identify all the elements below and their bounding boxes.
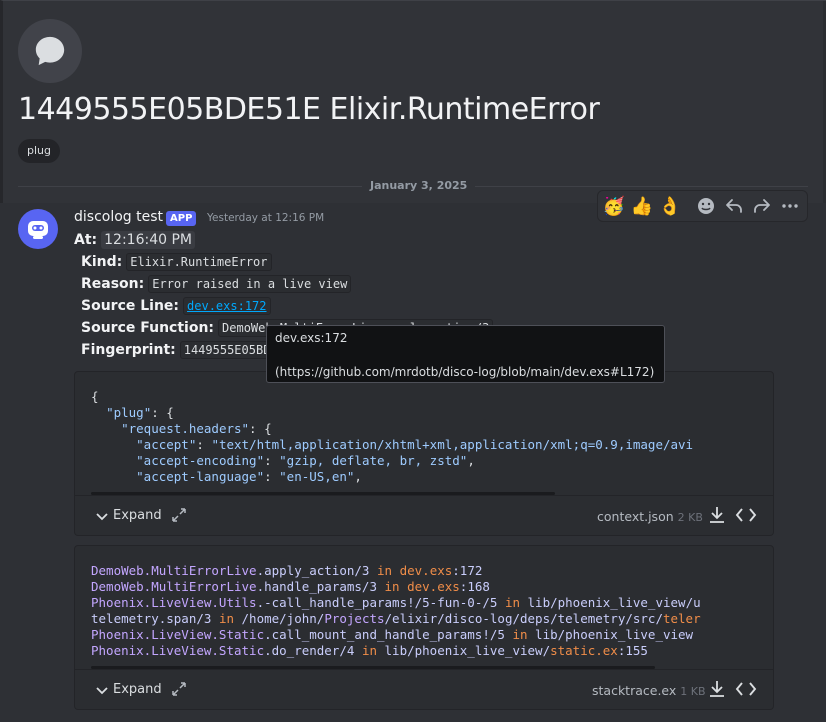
field-fingerprint-label: Fingerprint: xyxy=(81,342,176,358)
context-json-attachment: { "plug": { "request.headers": { "accept… xyxy=(74,371,774,536)
thread-icon xyxy=(18,19,82,83)
view-source-button[interactable] xyxy=(735,679,757,699)
ok-hand-emoji-button[interactable]: 👌 xyxy=(658,194,682,218)
download-icon xyxy=(710,681,724,697)
message-actions-toolbar: 🥳 👍 👌 xyxy=(597,190,808,222)
reply-button[interactable] xyxy=(722,194,746,218)
code-line: DemoWeb.MultiErrorLive.apply_action/3 in… xyxy=(91,563,483,578)
thread-title: 1449555E05BDE51E Elixir.RuntimeError xyxy=(18,92,600,127)
field-kind-label: Kind: xyxy=(81,254,123,270)
forward-icon xyxy=(754,199,770,213)
code-line: Phoenix.LiveView.Static.call_mount_and_h… xyxy=(91,627,694,642)
code-line: Phoenix.LiveView.Utils.-call_handle_para… xyxy=(91,595,701,610)
code-line: "accept": "text/html,application/xhtml+x… xyxy=(136,437,694,452)
view-source-button[interactable] xyxy=(735,505,757,525)
avatar[interactable] xyxy=(18,209,58,249)
code-line: "request.headers": { xyxy=(121,421,272,436)
message-timestamp[interactable]: Yesterday at 12:16 PM xyxy=(207,212,324,224)
download-button[interactable] xyxy=(707,679,727,699)
bot-avatar-icon xyxy=(28,221,48,239)
code-line: { xyxy=(91,389,99,404)
stacktrace-attachment: DemoWeb.MultiErrorLive.apply_action/3 in… xyxy=(74,545,774,710)
source-line-link[interactable]: dev.exs:172 xyxy=(183,297,271,315)
more-icon xyxy=(782,204,798,208)
download-icon xyxy=(710,507,724,523)
discord-thread-view: 1449555E05BDE51E Elixir.RuntimeError plu… xyxy=(0,0,826,722)
expand-arrows-icon xyxy=(172,682,186,696)
message-author[interactable]: discolog test xyxy=(74,209,163,225)
code-brackets-icon xyxy=(735,508,757,522)
code-line: "accept-language": "en-US,en", xyxy=(136,469,362,484)
field-reason-label: Reason: xyxy=(81,276,145,292)
filename-text: context.json xyxy=(597,509,674,524)
add-reaction-icon xyxy=(698,198,714,214)
fullscreen-button[interactable] xyxy=(171,681,187,701)
field-kind: Kind: Elixir.RuntimeError xyxy=(81,253,272,271)
expand-label: Expand xyxy=(113,508,162,523)
field-source-line: Source Line: dev.exs:172 xyxy=(81,297,271,315)
tooltip-line2: (https://github.com/mrdotb/disco-log/blo… xyxy=(275,365,655,379)
expand-label: Expand xyxy=(113,682,162,697)
fullscreen-button[interactable] xyxy=(171,507,187,527)
attachment-footer: Expand context.json 2 KB xyxy=(75,495,773,535)
field-source-line-label: Source Line: xyxy=(81,298,180,314)
code-line: "plug": { xyxy=(106,405,174,420)
more-button[interactable] xyxy=(778,194,802,218)
code-line: telemetry.span/3 in /home/john/Projects/… xyxy=(91,611,701,626)
chevron-down-icon xyxy=(96,512,108,520)
attachment-filename[interactable]: context.json 2 KB xyxy=(597,509,703,524)
field-source-function-label: Source Function: xyxy=(81,320,215,336)
code-line: DemoWeb.MultiErrorLive.handle_params/3 i… xyxy=(91,579,490,594)
context-json-code[interactable]: { "plug": { "request.headers": { "accept… xyxy=(91,389,773,485)
thread-tag[interactable]: plug xyxy=(18,139,60,163)
party-face-emoji-button[interactable]: 🥳 xyxy=(602,194,626,218)
expand-button[interactable]: Expand xyxy=(95,682,162,697)
attachment-footer: Expand stacktrace.ex 1 KB xyxy=(75,669,773,709)
download-button[interactable] xyxy=(707,505,727,525)
code-line: "accept-encoding": "gzip, deflate, br, z… xyxy=(136,453,475,468)
thumbs-up-emoji-button[interactable]: 👍 xyxy=(630,194,654,218)
field-at-value[interactable]: 12:16:40 PM xyxy=(101,231,195,249)
chat-bubble-icon xyxy=(35,36,65,66)
file-size: 2 KB xyxy=(677,511,703,524)
field-kind-value: Elixir.RuntimeError xyxy=(126,253,272,271)
filename-text: stacktrace.ex xyxy=(592,683,677,698)
reply-icon xyxy=(726,199,742,213)
link-tooltip: dev.exs:172 (https://github.com/mrdotb/d… xyxy=(266,325,665,383)
code-line: Phoenix.LiveView.Static.do_render/4 in l… xyxy=(91,643,648,658)
field-reason-value: Error raised in a live view xyxy=(148,275,352,293)
tooltip-line1: dev.exs:172 xyxy=(275,331,348,345)
field-at: At: 12:16:40 PM xyxy=(74,231,195,249)
field-at-label: At: xyxy=(74,232,98,248)
field-reason: Reason: Error raised in a live view xyxy=(81,275,352,293)
app-badge: APP xyxy=(166,211,197,226)
code-brackets-icon xyxy=(735,682,757,696)
attachment-filename[interactable]: stacktrace.ex 1 KB xyxy=(592,683,706,698)
forward-button[interactable] xyxy=(750,194,774,218)
stacktrace-code[interactable]: DemoWeb.MultiErrorLive.apply_action/3 in… xyxy=(91,563,773,659)
date-divider-label: January 3, 2025 xyxy=(362,179,476,193)
expand-arrows-icon xyxy=(172,508,186,522)
expand-button[interactable]: Expand xyxy=(95,508,162,523)
file-size: 1 KB xyxy=(680,685,706,698)
add-reaction-button[interactable] xyxy=(694,194,718,218)
chevron-down-icon xyxy=(96,686,108,694)
